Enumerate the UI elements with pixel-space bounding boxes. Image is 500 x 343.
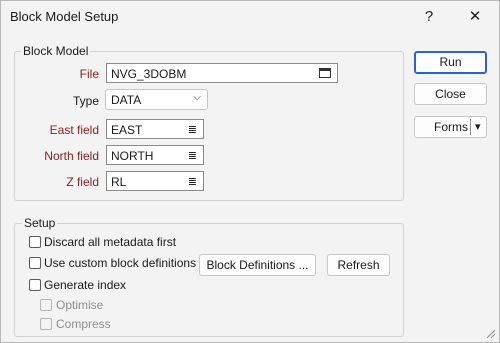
east-field-input[interactable]: EAST ≣ [106,119,204,139]
type-label: Type [72,94,99,108]
block-definitions-button[interactable]: Block Definitions ... [199,254,316,276]
block-model-group-label: Block Model [21,44,91,58]
z-field-label: Z field [66,175,99,189]
field-list-icon[interactable]: ≣ [188,175,197,188]
field-list-icon[interactable]: ≣ [188,123,197,136]
field-list-icon[interactable]: ≣ [188,149,197,162]
north-field-value: NORTH [111,149,154,163]
generate-index-label: Generate index [44,278,127,292]
north-field-input[interactable]: NORTH ≣ [106,145,204,165]
custom-block-definitions-checkbox[interactable] [29,257,41,269]
z-field-input[interactable]: RL ≣ [106,171,204,191]
browse-icon[interactable] [319,68,331,78]
forms-button[interactable]: Forms ▾ [414,116,487,138]
refresh-button[interactable]: Refresh [327,254,390,276]
type-select[interactable]: DATA ⌵ [105,89,208,110]
run-button[interactable]: Run [414,51,487,74]
forms-dropdown-icon[interactable]: ▾ [475,117,481,137]
close-button[interactable]: Close [414,83,487,105]
window-title: Block Model Setup [10,9,119,24]
block-model-setup-dialog: Block Model Setup ? ✕ Block Model File N… [0,0,500,343]
file-label: File [79,67,99,81]
east-field-label: East field [49,123,99,137]
north-field-label: North field [44,149,99,163]
forms-label: Forms [434,120,468,134]
help-button[interactable]: ? [407,1,451,32]
compress-label: Compress [56,317,111,331]
optimise-checkbox[interactable] [40,299,52,311]
resize-grip-icon[interactable] [485,328,495,338]
file-value: NVG_3DOBM [111,67,187,81]
forms-divider [470,119,471,135]
title-bar: Block Model Setup ? ✕ [1,1,499,32]
discard-metadata-checkbox[interactable] [29,236,41,248]
setup-group-label: Setup [22,216,58,230]
compress-checkbox[interactable] [40,318,52,330]
discard-metadata-label: Discard all metadata first [44,235,177,249]
generate-index-checkbox[interactable] [29,279,41,291]
close-window-button[interactable]: ✕ [453,1,497,32]
type-value: DATA [111,93,142,107]
file-input[interactable]: NVG_3DOBM [106,63,338,83]
custom-block-definitions-label: Use custom block definitions [44,256,197,270]
chevron-down-icon: ⌵ [193,92,201,103]
east-field-value: EAST [111,123,143,137]
optimise-label: Optimise [56,298,104,312]
z-field-value: RL [111,175,127,189]
